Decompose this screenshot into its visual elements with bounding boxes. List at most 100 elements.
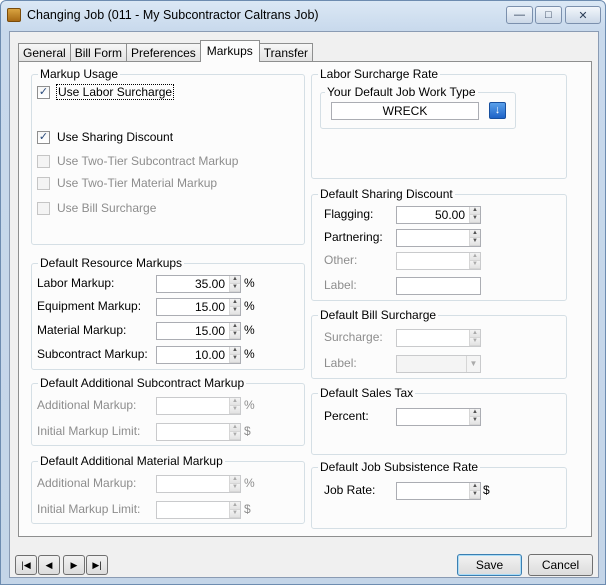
additional-material-legend: Default Additional Material Markup bbox=[38, 454, 225, 468]
surcharge-label: Surcharge: bbox=[324, 330, 383, 344]
job-rate-input[interactable]: ▲ ▼ bbox=[396, 482, 481, 500]
use-two-tier-material-checkbox[interactable]: Use Two-Tier Material Markup bbox=[37, 176, 217, 190]
additional-material-markup-label: Additional Markup: bbox=[37, 476, 137, 490]
spinner-arrows[interactable]: ▲ ▼ bbox=[469, 253, 480, 269]
app-icon bbox=[7, 8, 21, 22]
job-rate-value bbox=[397, 483, 469, 499]
surcharge-input[interactable]: ▲ ▼ bbox=[396, 329, 481, 347]
next-record-button[interactable]: ▶ bbox=[63, 555, 85, 575]
tab-strip: General Bill Form Preferences Markups Tr… bbox=[18, 40, 313, 62]
partnering-label: Partnering: bbox=[324, 230, 383, 244]
partnering-value bbox=[397, 230, 469, 246]
markup-usage-group: Markup Usage ✓ Use Labor Surcharge ✓ Use… bbox=[31, 67, 305, 245]
sales-tax-group: Default Sales Tax Percent: ▲ ▼ bbox=[311, 386, 567, 455]
use-two-tier-material-label: Use Two-Tier Material Markup bbox=[57, 176, 218, 190]
use-two-tier-subcontract-checkbox[interactable]: Use Two-Tier Subcontract Markup bbox=[37, 154, 238, 168]
subcontract-markup-value: 10.00 bbox=[194, 348, 225, 362]
tab-markups[interactable]: Markups bbox=[199, 40, 260, 62]
previous-record-button[interactable]: ◀ bbox=[38, 555, 60, 575]
chevron-down-icon[interactable]: ▼ bbox=[466, 356, 480, 372]
surcharge-label-combo[interactable]: ▼ bbox=[396, 355, 481, 373]
labor-markup-value: 35.00 bbox=[194, 277, 225, 291]
job-rate-label: Job Rate: bbox=[324, 483, 376, 497]
spinner-arrows[interactable]: ▲ ▼ bbox=[469, 230, 480, 246]
flagging-value: 50.00 bbox=[434, 208, 465, 222]
dollar-unit: $ bbox=[244, 502, 251, 516]
spinner-arrows[interactable]: ▲ ▼ bbox=[229, 398, 240, 414]
percent-unit: % bbox=[244, 299, 255, 313]
flagging-label: Flagging: bbox=[324, 207, 374, 221]
tab-bill-form[interactable]: Bill Form bbox=[69, 43, 128, 62]
percent-unit: % bbox=[244, 323, 255, 337]
flagging-input[interactable]: 50.00 ▲ ▼ bbox=[396, 206, 481, 224]
material-markup-limit-input[interactable]: ▲ ▼ bbox=[156, 501, 241, 519]
spinner-arrows[interactable]: ▲ ▼ bbox=[229, 476, 240, 492]
checkbox-box bbox=[37, 201, 50, 215]
default-work-type-legend: Your Default Job Work Type bbox=[325, 85, 478, 99]
minimize-button[interactable]: — bbox=[506, 6, 533, 24]
equipment-markup-value: 15.00 bbox=[194, 300, 225, 314]
labor-surcharge-rate-legend: Labor Surcharge Rate bbox=[318, 67, 441, 81]
last-record-button[interactable]: ▶| bbox=[86, 555, 108, 575]
spinner-arrows[interactable]: ▲ ▼ bbox=[469, 409, 480, 425]
subcontract-markup-label: Subcontract Markup: bbox=[37, 347, 148, 361]
use-labor-surcharge-label: Use Labor Surcharge bbox=[55, 84, 175, 100]
spinner-arrows[interactable]: ▲ ▼ bbox=[469, 330, 480, 346]
title-bar[interactable]: Changing Job (011 - My Subcontractor Cal… bbox=[1, 1, 605, 31]
labor-markup-label: Labor Markup: bbox=[37, 276, 115, 290]
spinner-arrows[interactable]: ▲ ▼ bbox=[229, 347, 240, 363]
partnering-input[interactable]: ▲ ▼ bbox=[396, 229, 481, 247]
lookup-arrow-icon[interactable]: ↓ bbox=[489, 102, 506, 119]
tab-preferences[interactable]: Preferences bbox=[126, 43, 201, 62]
percent-unit: % bbox=[244, 398, 255, 412]
equipment-markup-input[interactable]: 15.00 ▲ ▼ bbox=[156, 298, 241, 316]
save-button[interactable]: Save bbox=[457, 554, 522, 576]
spinner-arrows[interactable]: ▲ ▼ bbox=[229, 299, 240, 315]
close-button[interactable]: ✕ bbox=[565, 6, 601, 24]
other-value bbox=[397, 253, 469, 269]
check-icon: ✓ bbox=[37, 85, 50, 99]
tab-transfer[interactable]: Transfer bbox=[258, 43, 313, 62]
other-input[interactable]: ▲ ▼ bbox=[396, 252, 481, 270]
percent-label: Percent: bbox=[324, 409, 369, 423]
window-title: Changing Job (011 - My Subcontractor Cal… bbox=[27, 8, 319, 22]
spinner-arrows[interactable]: ▲ ▼ bbox=[229, 276, 240, 292]
use-bill-surcharge-checkbox[interactable]: Use Bill Surcharge bbox=[37, 201, 156, 215]
other-label: Other: bbox=[324, 253, 358, 267]
spinner-arrows[interactable]: ▲ ▼ bbox=[469, 207, 480, 223]
percent-unit: % bbox=[244, 476, 255, 490]
material-markup-limit-label: Initial Markup Limit: bbox=[37, 502, 141, 516]
percent-unit: % bbox=[244, 347, 255, 361]
resource-markups-legend: Default Resource Markups bbox=[38, 256, 185, 270]
subcontract-markup-limit-label: Initial Markup Limit: bbox=[37, 424, 141, 438]
cancel-button[interactable]: Cancel bbox=[528, 554, 593, 576]
spinner-arrows[interactable]: ▲ ▼ bbox=[469, 483, 480, 499]
maximize-button[interactable]: □ bbox=[535, 6, 562, 24]
additional-subcontract-markup-value bbox=[157, 398, 229, 414]
subcontract-markup-limit-value bbox=[157, 424, 229, 440]
checkbox-box bbox=[37, 176, 50, 190]
discount-label-field[interactable] bbox=[396, 277, 481, 295]
dialog-client: General Bill Form Preferences Markups Tr… bbox=[9, 31, 599, 578]
dollar-unit: $ bbox=[483, 483, 490, 497]
subcontract-markup-input[interactable]: 10.00 ▲ ▼ bbox=[156, 346, 241, 364]
first-record-button[interactable]: |◀ bbox=[15, 555, 37, 575]
spinner-arrows[interactable]: ▲ ▼ bbox=[229, 323, 240, 339]
spinner-arrows[interactable]: ▲ ▼ bbox=[229, 502, 240, 518]
spinner-arrows[interactable]: ▲ ▼ bbox=[229, 424, 240, 440]
use-labor-surcharge-checkbox[interactable]: ✓ Use Labor Surcharge bbox=[37, 84, 175, 100]
subcontract-markup-limit-input[interactable]: ▲ ▼ bbox=[156, 423, 241, 441]
sharing-discount-group: Default Sharing Discount Flagging: 50.00… bbox=[311, 187, 567, 301]
labor-markup-input[interactable]: 35.00 ▲ ▼ bbox=[156, 275, 241, 293]
use-two-tier-subcontract-label: Use Two-Tier Subcontract Markup bbox=[57, 154, 239, 168]
dollar-unit: $ bbox=[244, 424, 251, 438]
labor-surcharge-rate-group: Labor Surcharge Rate Your Default Job Wo… bbox=[311, 67, 567, 179]
additional-material-markup-input[interactable]: ▲ ▼ bbox=[156, 475, 241, 493]
additional-subcontract-markup-input[interactable]: ▲ ▼ bbox=[156, 397, 241, 415]
use-sharing-discount-checkbox[interactable]: ✓ Use Sharing Discount bbox=[37, 130, 173, 144]
discount-label-label: Label: bbox=[324, 278, 357, 292]
tab-general[interactable]: General bbox=[18, 43, 71, 62]
material-markup-input[interactable]: 15.00 ▲ ▼ bbox=[156, 322, 241, 340]
sales-tax-percent-input[interactable]: ▲ ▼ bbox=[396, 408, 481, 426]
work-type-field[interactable]: WRECK bbox=[331, 102, 479, 120]
